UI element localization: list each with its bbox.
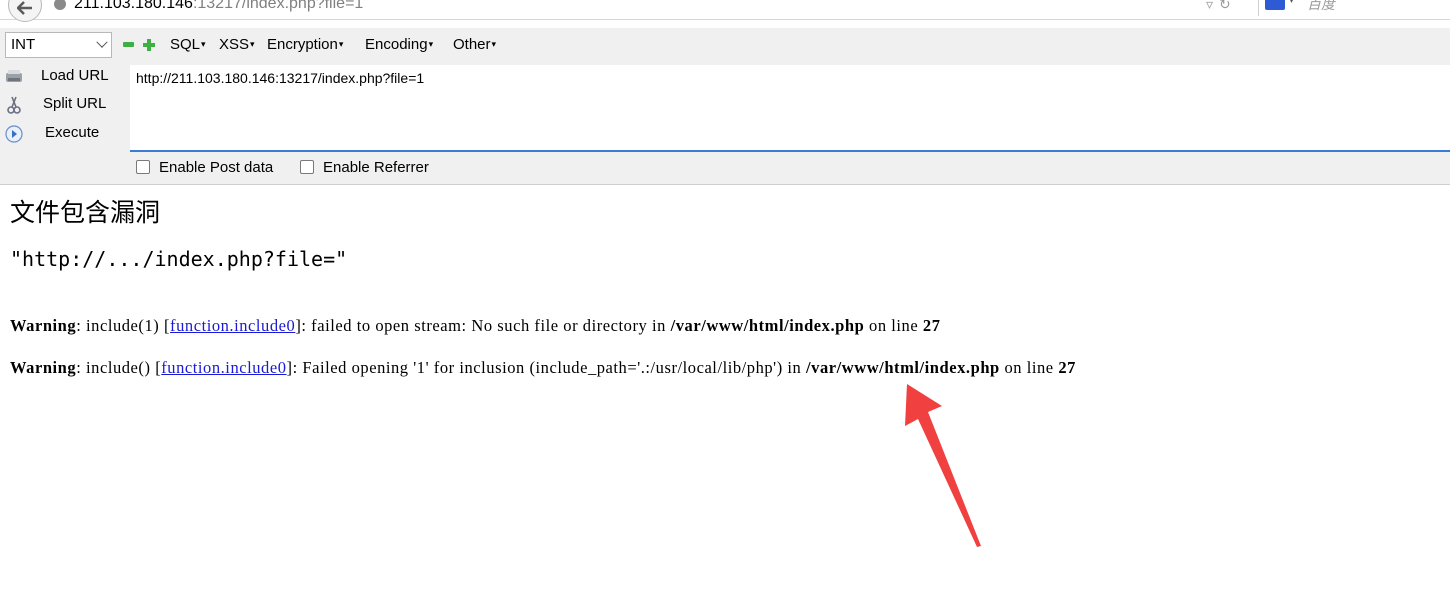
scissors-icon [7, 96, 21, 114]
enable-post-label: Enable Post data [159, 159, 274, 176]
warning-line: Warning: include(1) [function.include0]:… [10, 316, 941, 336]
enable-referrer-label: Enable Referrer [323, 159, 429, 176]
load-url-button[interactable]: Load URL [0, 65, 125, 89]
warning-text: : include() [ [76, 358, 162, 377]
search-engine-caret-icon[interactable]: ▾ [1289, 0, 1294, 6]
search-box[interactable]: ▾ 百度 [1258, 0, 1450, 16]
function-link[interactable]: function.include0 [161, 358, 286, 377]
load-url-icon [6, 70, 22, 82]
hackbar-panel: INT SQL▾ XSS▾ Encryption▾ Encoding▾ Othe… [0, 28, 1450, 185]
menu-other[interactable]: Other▾ [453, 36, 496, 53]
warning-text: : include(1) [ [76, 316, 171, 335]
execute-button[interactable]: Execute [0, 122, 125, 146]
url-textarea[interactable]: http://211.103.180.146:13217/index.php?f… [130, 65, 1450, 152]
page-title: 文件包含漏洞 [10, 198, 161, 227]
baidu-logo-icon [1265, 0, 1285, 10]
page-content: 文件包含漏洞 "http://.../index.php?file=" Warn… [0, 186, 1450, 601]
dropdown-icon[interactable]: ▿ [1206, 0, 1213, 13]
url-path: :13217/index.php?file=1 [192, 0, 364, 12]
warning-line: Warning: include() [function.include0]: … [10, 358, 1076, 378]
red-arrow-icon [905, 384, 981, 547]
play-icon [5, 125, 23, 143]
enable-referrer-checkbox[interactable]: Enable Referrer [300, 159, 429, 179]
increase-icon[interactable] [143, 39, 155, 51]
menu-encoding[interactable]: Encoding▾ [365, 36, 433, 53]
url-host: 211.103.180.146 [74, 0, 193, 12]
enable-post-checkbox[interactable]: Enable Post data [136, 159, 273, 179]
warning-text: ]: failed to open stream: No such file o… [295, 316, 671, 335]
split-url-label: Split URL [43, 95, 107, 112]
browser-url-bar: 211.103.180.146:13217/index.php?file=1 ▿… [0, 0, 1450, 22]
warning-text: ]: Failed opening '1' for inclusion (inc… [286, 358, 807, 377]
url-bar-icons: ▿ ↻ [1206, 0, 1237, 13]
checkbox-box[interactable] [300, 160, 314, 174]
back-arrow-icon [17, 1, 32, 15]
page-subtitle: "http://.../index.php?file=" [10, 247, 348, 271]
url-textarea-value: http://211.103.180.146:13217/index.php?f… [136, 70, 425, 86]
decrease-icon[interactable] [123, 42, 134, 47]
split-url-button[interactable]: Split URL [0, 93, 125, 117]
file-path: /var/www/html/index.php [806, 358, 1000, 377]
globe-icon [54, 0, 66, 10]
address-input[interactable]: 211.103.180.146:13217/index.php?file=1 [74, 0, 363, 13]
type-select[interactable]: INT [5, 32, 112, 58]
warning-label: Warning [10, 358, 77, 377]
warning-label: Warning [10, 316, 77, 335]
chevron-down-icon [96, 36, 108, 48]
line-number: 27 [1058, 358, 1076, 377]
checkbox-box[interactable] [136, 160, 150, 174]
load-url-label: Load URL [41, 67, 109, 84]
warning-text: on line [864, 316, 923, 335]
function-link[interactable]: function.include0 [170, 316, 295, 335]
file-path: /var/www/html/index.php [670, 316, 865, 335]
menu-sql[interactable]: SQL▾ [170, 36, 206, 53]
menu-xss[interactable]: XSS▾ [219, 36, 255, 53]
line-number: 27 [922, 316, 941, 335]
back-button[interactable] [8, 0, 42, 22]
search-placeholder: 百度 [1307, 0, 1335, 12]
menu-encryption[interactable]: Encryption▾ [267, 36, 343, 53]
warning-text: on line [999, 358, 1059, 377]
reload-icon[interactable]: ↻ [1219, 0, 1231, 13]
execute-label: Execute [45, 124, 100, 141]
type-select-value: INT [11, 36, 36, 53]
